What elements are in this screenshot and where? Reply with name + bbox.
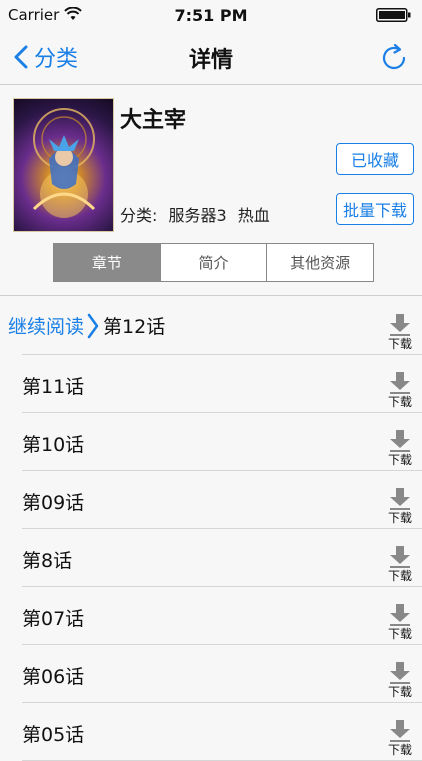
server-label: 服务器3	[168, 206, 227, 225]
download-label: 下载	[387, 337, 412, 351]
tab-chapters[interactable]: 章节	[54, 244, 161, 281]
download-label: 下载	[387, 511, 412, 525]
category-label: 分类:	[120, 206, 158, 225]
continue-reading-chapter: 第12话	[103, 316, 166, 338]
continue-reading-label: 继续阅读	[8, 316, 85, 338]
download-icon	[390, 546, 410, 568]
book-title: 大主宰	[120, 108, 187, 133]
chapter-row[interactable]: 第06话下载	[0, 645, 422, 703]
download-icon	[390, 430, 410, 452]
download-icon	[390, 372, 410, 394]
download-icon	[390, 314, 410, 336]
chapter-row[interactable]: 第11话下载	[0, 355, 422, 413]
download-label: 下载	[387, 569, 412, 583]
chapter-list: 继续阅读 第12话 下载 第11话 下载 第10话 下载 第09话 下载 第8话 下载 第07话…	[0, 297, 422, 761]
chapter-title: 第09话	[22, 492, 85, 514]
chapter-row[interactable]: 第05话 下载	[0, 703, 422, 761]
section-divider	[0, 295, 422, 296]
chapter-row[interactable]: 第10话下载	[0, 413, 422, 471]
genre-label: 热血	[237, 206, 270, 225]
download-icon	[390, 662, 410, 684]
download-icon	[390, 488, 410, 510]
book-meta: 分类: 服务器3 热血	[120, 202, 276, 226]
download-icon	[390, 720, 410, 742]
download-label: 下载	[387, 685, 412, 699]
chapter-row[interactable]: 第09话下载	[0, 471, 422, 529]
download-label: 下载	[387, 627, 412, 641]
download-button[interactable]: 下载	[386, 662, 414, 700]
status-time: 7:51 PM	[174, 6, 248, 25]
download-button[interactable]: 下载	[386, 604, 414, 642]
continue-reading-row[interactable]: 继续阅读 第12话 下载	[0, 297, 422, 355]
refresh-button[interactable]	[378, 42, 410, 74]
favorite-button[interactable]: 已收藏	[336, 143, 414, 175]
chapter-title: 第11话	[22, 376, 85, 398]
chapter-row[interactable]: 第07话下载	[0, 587, 422, 645]
tab-other-resources[interactable]: 其他资源	[267, 244, 373, 281]
download-button[interactable]: 下载	[386, 546, 414, 584]
back-button[interactable]: 分类	[14, 42, 78, 72]
chapter-row[interactable]: 第8话下载	[0, 529, 422, 587]
chapter-title: 第8话	[22, 550, 73, 572]
download-label: 下载	[387, 453, 412, 467]
download-button[interactable]: 下载	[386, 720, 414, 758]
chevron-right-icon	[87, 313, 99, 338]
navigation-bar: 分类 详情	[0, 30, 422, 85]
tab-intro[interactable]: 简介	[161, 244, 268, 281]
batch-download-button[interactable]: 批量下载	[336, 193, 414, 225]
download-icon	[390, 604, 410, 626]
chapter-title: 第07话	[22, 608, 85, 630]
chevron-left-icon	[14, 45, 28, 69]
download-button[interactable]: 下载	[386, 372, 414, 410]
download-label: 下载	[387, 395, 412, 409]
book-cover-image	[13, 98, 114, 232]
battery-icon	[376, 8, 412, 22]
chapter-title: 第05话	[22, 724, 85, 746]
refresh-icon	[382, 43, 406, 70]
download-button[interactable]: 下载	[386, 488, 414, 526]
section-tabs: 章节 简介 其他资源	[53, 243, 374, 282]
download-button[interactable]: 下载	[386, 314, 414, 352]
chapter-title: 第10话	[22, 434, 85, 456]
status-bar: Carrier 7:51 PM	[0, 0, 422, 30]
chapter-title: 第06话	[22, 666, 85, 688]
download-button[interactable]: 下载	[386, 430, 414, 468]
back-label: 分类	[34, 47, 79, 72]
